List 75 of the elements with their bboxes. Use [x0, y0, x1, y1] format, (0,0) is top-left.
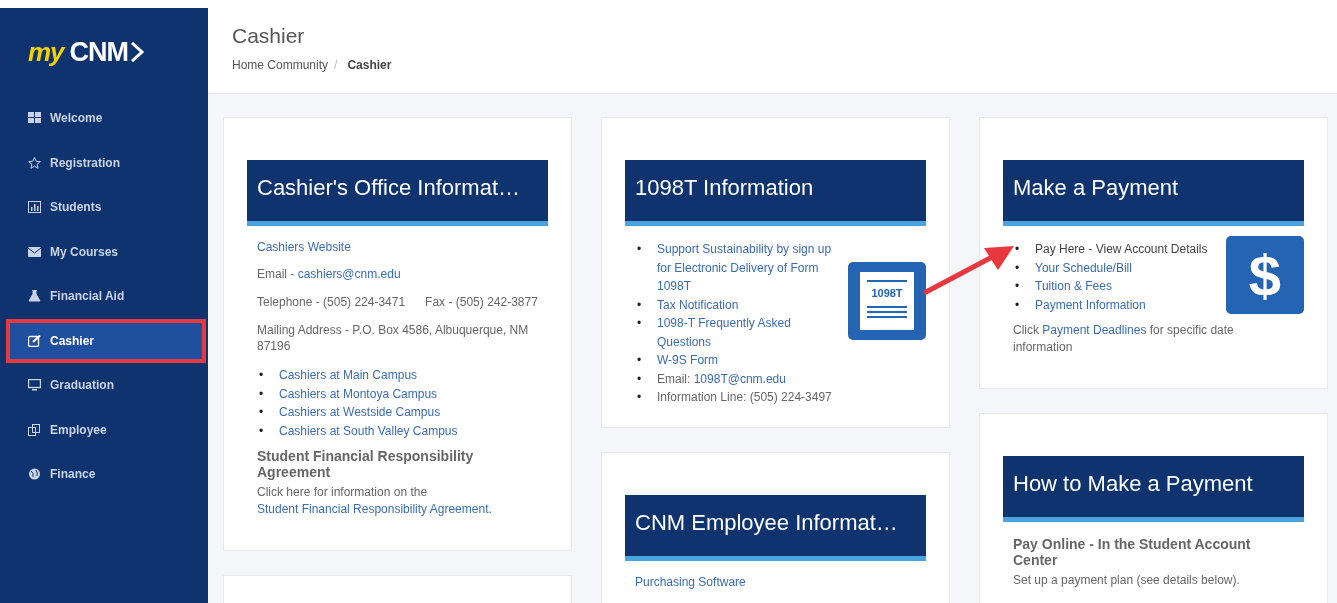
copy-icon — [28, 423, 41, 436]
agreement-heading: Student Financial Responsibility Agreement — [257, 448, 475, 480]
payment-link[interactable]: Payment Information — [1035, 295, 1146, 314]
email-label: Email - — [257, 267, 295, 281]
bullet: • — [636, 389, 643, 406]
deadline-note: Click Payment Deadlines for specific date information — [1013, 322, 1235, 356]
deadlines-link[interactable]: Payment Deadlines — [1042, 323, 1147, 337]
sidebar-item[interactable]: Welcome — [0, 96, 208, 141]
card-title: Cashier's Office Informat… — [247, 160, 548, 226]
sidebar-item[interactable]: My Courses — [0, 229, 208, 274]
bullet: • — [636, 296, 643, 314]
section-heading: Pay Online - In the Student Account Center — [1013, 536, 1252, 568]
sidebar-item[interactable]: Students — [0, 185, 208, 230]
sidebar-item[interactable]: Finance — [0, 452, 208, 497]
agreement-link[interactable]: Student Financial Responsibility Agreement. — [257, 502, 492, 516]
telephone-text: Telephone - (505) 224-3471 — [257, 294, 406, 310]
star-icon — [28, 156, 41, 169]
bullet: • — [1014, 296, 1021, 314]
card-title: Make a Payment — [1003, 160, 1304, 226]
flask-icon — [28, 290, 41, 303]
address-text: Mailing Address - P.O. Box 4586, Albuquerque, NM 87196 — [257, 322, 530, 354]
website-link[interactable]: Cashiers Website — [257, 240, 548, 254]
bullet: • — [1014, 241, 1021, 258]
payment-plan-text: Set up a payment plan (see details below). — [1013, 572, 1241, 588]
bullet: • — [1014, 259, 1021, 277]
logo-prefix: my — [28, 36, 64, 68]
bullet: • — [636, 241, 643, 258]
campus-link[interactable]: Cashiers at South Valley Campus — [279, 421, 458, 440]
payment-link[interactable]: Tuition & Fees — [1035, 277, 1112, 296]
info-link[interactable]: 1098-T Frequently Asked Questions — [657, 314, 842, 351]
email-link[interactable]: cashiers@cnm.edu — [297, 267, 401, 281]
grid-icon — [28, 112, 41, 125]
bullet: • — [258, 422, 265, 440]
info-text: Information Line: (505) 224-3497 — [657, 389, 832, 406]
bullet: • — [636, 352, 643, 369]
email-label: Email: — [657, 370, 691, 388]
payment-link[interactable]: Pay Here - View Account Details — [1035, 240, 1208, 259]
agreement-paragraph: Click here for information on the Student Financial Responsibility Agreement. — [257, 484, 493, 518]
monitor-icon — [28, 379, 41, 392]
bullet: • — [258, 367, 265, 384]
sidebar-item[interactable]: Employee — [0, 407, 208, 452]
bullet: • — [258, 404, 265, 421]
breadcrumb-separator: / — [334, 58, 338, 72]
email-link[interactable]: 1098T@cnm.edu — [693, 369, 786, 388]
campus-link[interactable]: Cashiers at Westside Campus — [279, 403, 441, 422]
sidebar-item[interactable]: Financial Aid — [0, 274, 208, 319]
campus-link[interactable]: Cashiers at Main Campus — [279, 366, 418, 385]
info-link[interactable]: Tax Notification — [657, 295, 739, 314]
chevron-icon — [130, 42, 145, 62]
edit-icon — [28, 334, 41, 347]
sidebar-item[interactable]: Registration — [0, 140, 208, 185]
software-link[interactable]: Purchasing Software — [635, 575, 926, 589]
logo-name: CNM — [69, 36, 129, 68]
bullet: • — [636, 370, 643, 388]
form-label: 1098T — [871, 287, 903, 299]
card-title: How to Make a Payment — [1003, 456, 1304, 522]
page-title: Cashier — [232, 24, 306, 48]
sidebar-item[interactable]: Graduation — [0, 363, 208, 408]
globe-icon — [28, 468, 41, 481]
bullet: • — [636, 315, 643, 332]
campus-link[interactable]: Cashiers at Montoya Campus — [279, 384, 438, 403]
fax-text: Fax - (505) 242-3877 — [425, 294, 538, 310]
card-title: 1098T Information — [625, 160, 926, 226]
card-title: CNM Employee Informat… — [625, 495, 926, 561]
info-link[interactable]: W-9S Form — [657, 351, 719, 370]
payment-link[interactable]: Your Schedule/Bill — [1035, 258, 1132, 277]
breadcrumb-current: Cashier — [347, 58, 392, 72]
bullet: • — [1014, 278, 1021, 295]
sidebar-item[interactable]: Cashier — [6, 318, 206, 363]
breadcrumb-link[interactable]: Home Community — [232, 58, 329, 72]
info-link[interactable]: Support Sustainability by sign up for Electronic Delivery of Form 1098T — [657, 240, 842, 296]
envelope-icon — [28, 245, 41, 258]
bullet: • — [258, 385, 265, 403]
chart-icon — [28, 201, 41, 214]
dollar-icon: $ — [1226, 236, 1304, 314]
